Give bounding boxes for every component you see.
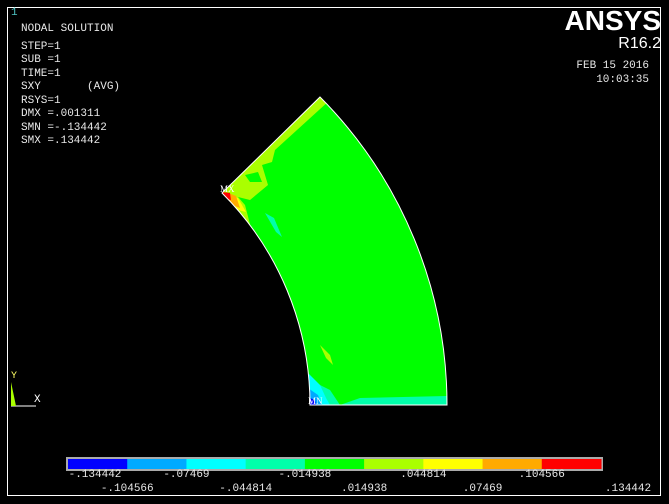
legend-swatch [68,459,128,469]
legend-swatch [364,459,424,469]
legend-swatch [482,459,543,469]
legend-label: .134442 [604,483,652,495]
legend-swatch [423,459,484,469]
x-axis-label: X [34,394,41,406]
legend-label: .044814 [400,469,447,481]
contour-plot[interactable]: MX MN Y X [0,0,669,504]
legend-label: -.07469 [163,469,210,481]
contour-bands [222,97,447,405]
legend-label: .07469 [462,483,503,495]
max-marker: MX [220,184,235,194]
legend-label: -.104566 [100,483,154,495]
legend-label: -.134442 [68,469,122,481]
legend-color-bar [68,459,602,469]
legend-label: .014938 [341,483,388,495]
legend-swatch [304,459,365,469]
y-axis-marker [11,382,16,406]
min-marker: MN [308,396,323,406]
legend-label: -.044814 [219,483,273,495]
legend-label: -.014938 [278,469,332,481]
legend-label: .104566 [518,469,565,481]
axis-triad: Y X [11,371,41,407]
legend-swatch [186,459,247,469]
y-axis-label: Y [11,371,17,382]
legend-swatch [541,459,602,469]
legend-swatch [127,459,187,469]
legend-swatch [245,459,306,469]
